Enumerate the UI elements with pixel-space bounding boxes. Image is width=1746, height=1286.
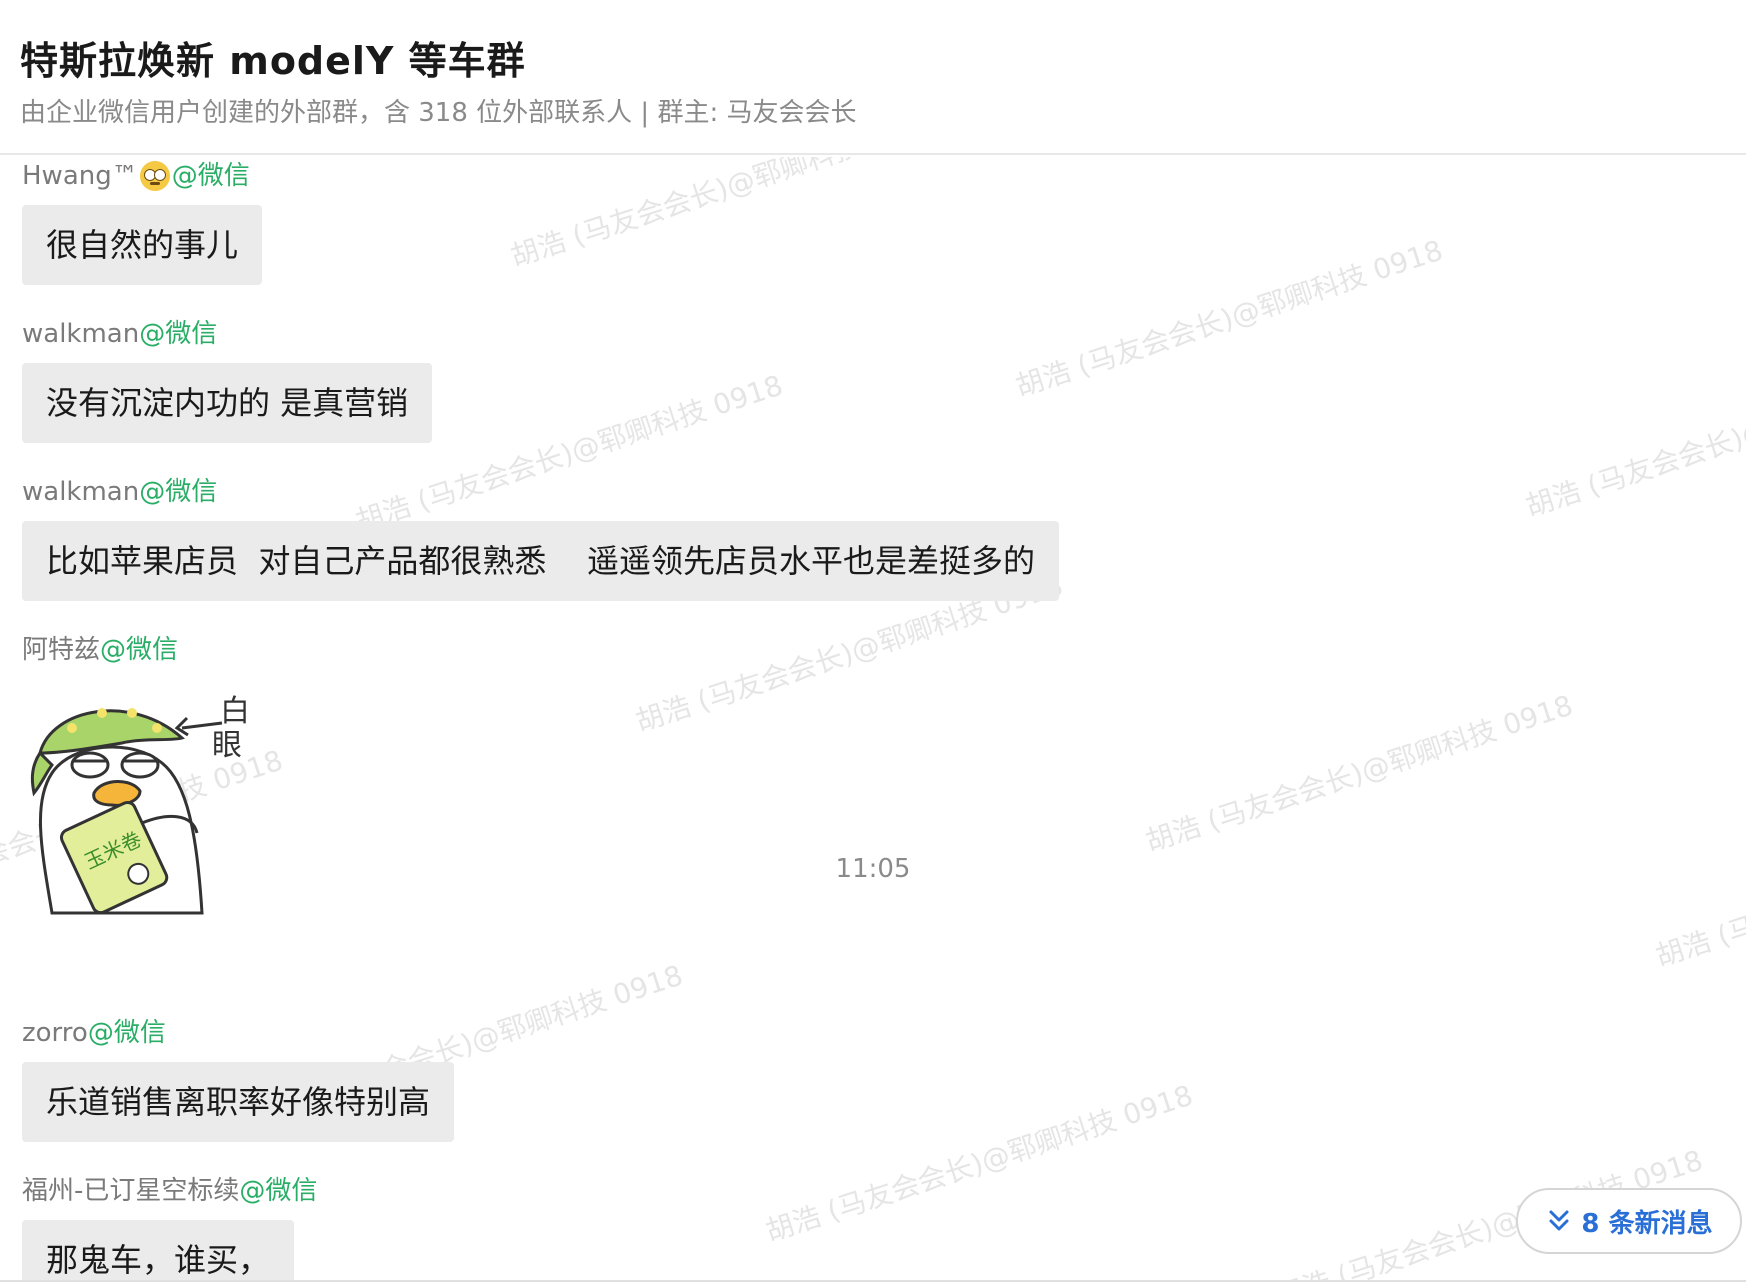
sender-suffix: @微信	[139, 319, 218, 349]
message-bubble[interactable]: 没有沉淀内功的 是真营销	[22, 363, 433, 443]
sticker-text: 白	[220, 694, 250, 729]
sender-label: Hwang™	[22, 161, 138, 191]
eye-roll-emoji-icon	[139, 161, 170, 191]
sender-name[interactable]: zorro @微信	[22, 1016, 454, 1050]
message-item: 福州-已订星空标续 @微信 那鬼车，谁买，	[22, 1174, 317, 1280]
message-item: Hwang™ @微信 很自然的事儿	[22, 159, 263, 285]
message-item: zorro @微信 乐道销售离职率好像特别高	[22, 1016, 455, 1142]
new-messages-button[interactable]: 8 条新消息	[1516, 1188, 1742, 1254]
sender-name[interactable]: walkman @微信	[22, 475, 1059, 509]
sender-name[interactable]: 福州-已订星空标续 @微信	[22, 1174, 317, 1208]
sender-suffix: @微信	[171, 161, 250, 191]
watermark: 胡浩 (马友会会长)@郓卿科技 0918	[506, 157, 942, 274]
watermark: 胡浩 (马友会会长)@郓卿科技 0918	[1011, 233, 1447, 404]
sender-label: walkman	[22, 477, 140, 507]
new-messages-label: 8 条新消息	[1581, 1208, 1713, 1239]
message-bubble[interactable]: 很自然的事儿	[22, 205, 263, 285]
watermark: 胡浩 (马友会会长)@郓卿科技 0918	[1141, 688, 1577, 859]
sender-label: zorro	[22, 1018, 88, 1048]
sender-label: walkman	[22, 319, 140, 349]
duck-eye-roll-sticker[interactable]: 玉米卷 白 眼	[22, 683, 262, 923]
message-item: walkman @微信 比如苹果店员 对自己产品都很熟悉 遥遥领先店员水平也是差…	[22, 475, 1060, 601]
sender-suffix: @微信	[139, 477, 218, 507]
chat-header: 特斯拉焕新 modelY 等车群 由企业微信用户创建的外部群，含 318 位外部…	[0, 0, 1746, 155]
sender-suffix: @微信	[239, 1176, 318, 1206]
sender-label: 福州-已订星空标续	[22, 1176, 240, 1206]
wecom-chat-window: 特斯拉焕新 modelY 等车群 由企业微信用户创建的外部群，含 318 位外部…	[0, 0, 1746, 1286]
watermark: 胡浩 (马友会会长)@郓卿科技 0918	[1651, 804, 1746, 974]
time-divider: 11:05	[835, 854, 911, 884]
message-bubble[interactable]: 比如苹果店员 对自己产品都很熟悉 遥遥领先店员水平也是差挺多的	[22, 521, 1060, 601]
group-title[interactable]: 特斯拉焕新 modelY 等车群	[20, 30, 526, 85]
divider	[0, 1280, 1746, 1282]
sender-suffix: @微信	[100, 635, 179, 665]
sender-suffix: @微信	[87, 1018, 166, 1048]
message-bubble[interactable]: 那鬼车，谁买，	[22, 1220, 295, 1280]
message-bubble[interactable]: 乐道销售离职率好像特别高	[22, 1062, 455, 1142]
group-subtitle: 由企业微信用户创建的外部群，含 318 位外部联系人 | 群主: 马友会会长	[20, 98, 857, 128]
sender-name[interactable]: Hwang™ @微信	[22, 159, 262, 193]
watermark: 胡浩 (马友会会长)@郓卿科技 0918	[1521, 354, 1746, 524]
sticker-text: 眼	[212, 728, 242, 763]
message-item: walkman @微信 没有沉淀内功的 是真营销	[22, 317, 433, 443]
sender-name[interactable]: walkman @微信	[22, 317, 432, 351]
watermark: 胡浩 (马友会会长)@郓卿科技 0918	[761, 1078, 1197, 1249]
message-list[interactable]: 胡浩 (马友会会长)@郓卿科技 0918 胡浩 (马友会会长)@郓卿科技 091…	[0, 157, 1746, 1280]
double-chevron-down-icon	[1549, 1210, 1569, 1231]
sender-name[interactable]: 阿特兹 @微信	[22, 633, 262, 667]
sender-label: 阿特兹	[22, 635, 101, 665]
